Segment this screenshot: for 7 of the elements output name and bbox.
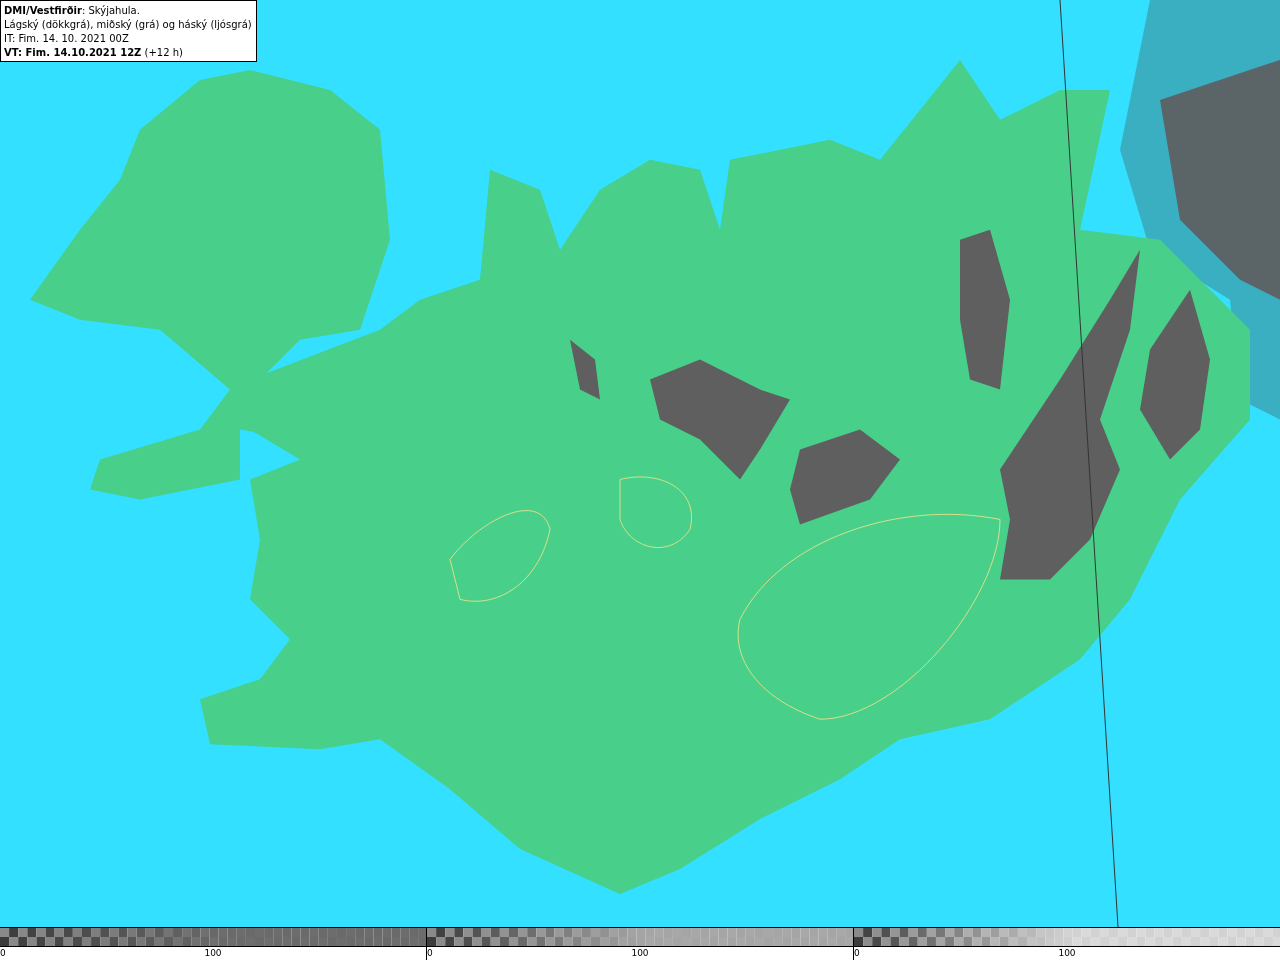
scale-label: 100 [1058, 947, 1076, 960]
info-line: IT: Fim. 14. 10. 2021 00Z [4, 32, 130, 45]
info-line: DMI/Vestfirðir: Skýjahula. [4, 4, 141, 17]
info-line: VT: Fim. 14.10.2021 12Z (+12 h) [4, 46, 184, 59]
info-line: Lágský (dökkgrá), miðský (grá) og háský (ljósgrá) [4, 18, 252, 31]
scale-label: 100 [631, 947, 649, 960]
scale-label: 100 [204, 947, 222, 960]
